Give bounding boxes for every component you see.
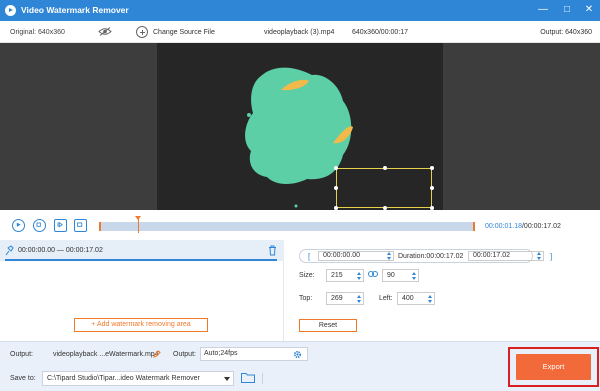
playback-bar: 00:00:01.18/00:00:17.02 (0, 210, 600, 240)
resize-handle[interactable] (430, 186, 434, 190)
gear-icon[interactable] (293, 350, 302, 359)
width-spinner[interactable] (357, 272, 362, 280)
start-time-spinner[interactable] (387, 252, 392, 260)
video-frame (157, 43, 443, 210)
file-name: videoplayback (3).mp4 (264, 29, 335, 36)
set-start-icon[interactable]: [ (308, 252, 310, 261)
add-button-label: Add watermark removing area (96, 321, 191, 328)
output-label: Output: (10, 351, 33, 358)
output-bar: Output: videoplayback ...eWatermark.mp4 … (0, 341, 600, 391)
edit-icon[interactable] (153, 350, 161, 358)
end-time-value: 00:00:17.02 (473, 252, 510, 259)
list-item[interactable]: 00:00:00.00 — 00:00:17.02 (0, 240, 284, 261)
add-watermark-area-button[interactable]: + Add watermark removing area (74, 318, 208, 332)
top-spinner[interactable] (357, 295, 362, 303)
size-label: Size: (299, 272, 315, 279)
end-time-spinner[interactable] (537, 252, 542, 260)
pin-icon (5, 245, 14, 256)
save-path-dropdown[interactable]: C:\Tipard Studio\Tipar...ideo Watermark … (42, 371, 263, 386)
file-info: 640x360/00:00:17 (352, 29, 409, 36)
trash-icon[interactable] (268, 245, 277, 256)
start-time-input[interactable]: 00:00:00.00 (318, 251, 394, 261)
play-button[interactable] (12, 219, 25, 232)
export-button[interactable]: Export (516, 354, 591, 380)
clip-end-button[interactable] (74, 219, 87, 232)
link-icon[interactable] (368, 270, 378, 278)
info-bar: Original: 640x360 Change Source File vid… (0, 21, 600, 43)
playhead[interactable] (135, 216, 142, 233)
left-spinner[interactable] (428, 295, 433, 303)
output-filename: videoplayback ...eWatermark.mp4 (53, 351, 159, 358)
app-icon (5, 5, 16, 16)
current-time: 00:00:01.18 (485, 223, 522, 230)
close-button[interactable]: ✕ (582, 3, 596, 17)
original-resolution: Original: 640x360 (10, 29, 65, 36)
resize-handle[interactable] (334, 186, 338, 190)
total-time: /00:00:17.02 (521, 223, 561, 230)
clip-start-icon (57, 221, 63, 228)
output-format-value: Auto;24fps (204, 350, 238, 357)
clip-range: 00:00:00.00 — 00:00:17.02 (18, 247, 103, 254)
export-highlight-frame: Export (508, 347, 599, 387)
save-to-label: Save to: (10, 375, 36, 382)
title-bar: Video Watermark Remover — □ ✕ (0, 0, 600, 21)
timecode: 00:00:01.18/00:00:17.02 (485, 223, 561, 230)
chevron-down-icon[interactable] (224, 377, 230, 381)
height-spinner[interactable] (412, 272, 417, 280)
left-input[interactable]: 400 (397, 292, 435, 305)
window-title: Video Watermark Remover (21, 5, 129, 15)
region-settings-panel: [ 00:00:00.00 Duration:00:00:17.02 00:00… (285, 240, 600, 341)
timeline-track[interactable] (99, 216, 475, 233)
minimize-button[interactable]: — (536, 3, 550, 17)
resize-handle[interactable] (334, 166, 338, 170)
preview-area (0, 43, 600, 210)
reset-button[interactable]: Reset (299, 319, 357, 332)
clip-end-icon (77, 222, 83, 227)
clip-start-button[interactable] (54, 219, 67, 232)
end-time-input[interactable]: 00:00:17.02 (468, 251, 544, 261)
stop-icon (36, 222, 41, 227)
top-label: Top: (299, 295, 313, 302)
clip-progress-line (5, 259, 277, 261)
width-value: 215 (331, 272, 343, 279)
dropdown-divider (262, 373, 263, 384)
eye-icon[interactable] (98, 27, 112, 36)
set-end-icon[interactable]: ] (550, 252, 552, 261)
output-resolution: Output: 640x360 (540, 29, 592, 36)
change-source-button[interactable]: Change Source File (136, 26, 215, 38)
stop-button[interactable] (33, 219, 46, 232)
maximize-button[interactable]: □ (560, 3, 574, 17)
left-label: Left: (379, 295, 393, 302)
removal-selection-box[interactable] (334, 166, 434, 210)
play-icon (16, 222, 21, 227)
top-value: 269 (331, 295, 343, 302)
height-input[interactable]: 90 (382, 269, 419, 282)
save-path-value: C:\Tipard Studio\Tipar...ideo Watermark … (47, 375, 200, 382)
change-source-label: Change Source File (153, 28, 215, 36)
folder-icon[interactable] (241, 372, 255, 383)
width-input[interactable]: 215 (326, 269, 364, 282)
resize-handle[interactable] (383, 166, 387, 170)
format-label: Output: (173, 351, 196, 358)
top-input[interactable]: 269 (326, 292, 364, 305)
plus-circle-icon (136, 26, 148, 38)
start-time-value: 00:00:00.00 (323, 252, 360, 259)
clip-list-panel: 00:00:00.00 — 00:00:17.02 + Add watermar… (0, 240, 284, 341)
height-value: 90 (387, 272, 395, 279)
duration-label: Duration:00:00:17.02 (398, 253, 464, 260)
output-format-field[interactable]: Auto;24fps (200, 347, 308, 361)
resize-handle[interactable] (430, 166, 434, 170)
time-range-controls: [ 00:00:00.00 Duration:00:00:17.02 00:00… (299, 249, 552, 263)
left-value: 400 (402, 295, 414, 302)
